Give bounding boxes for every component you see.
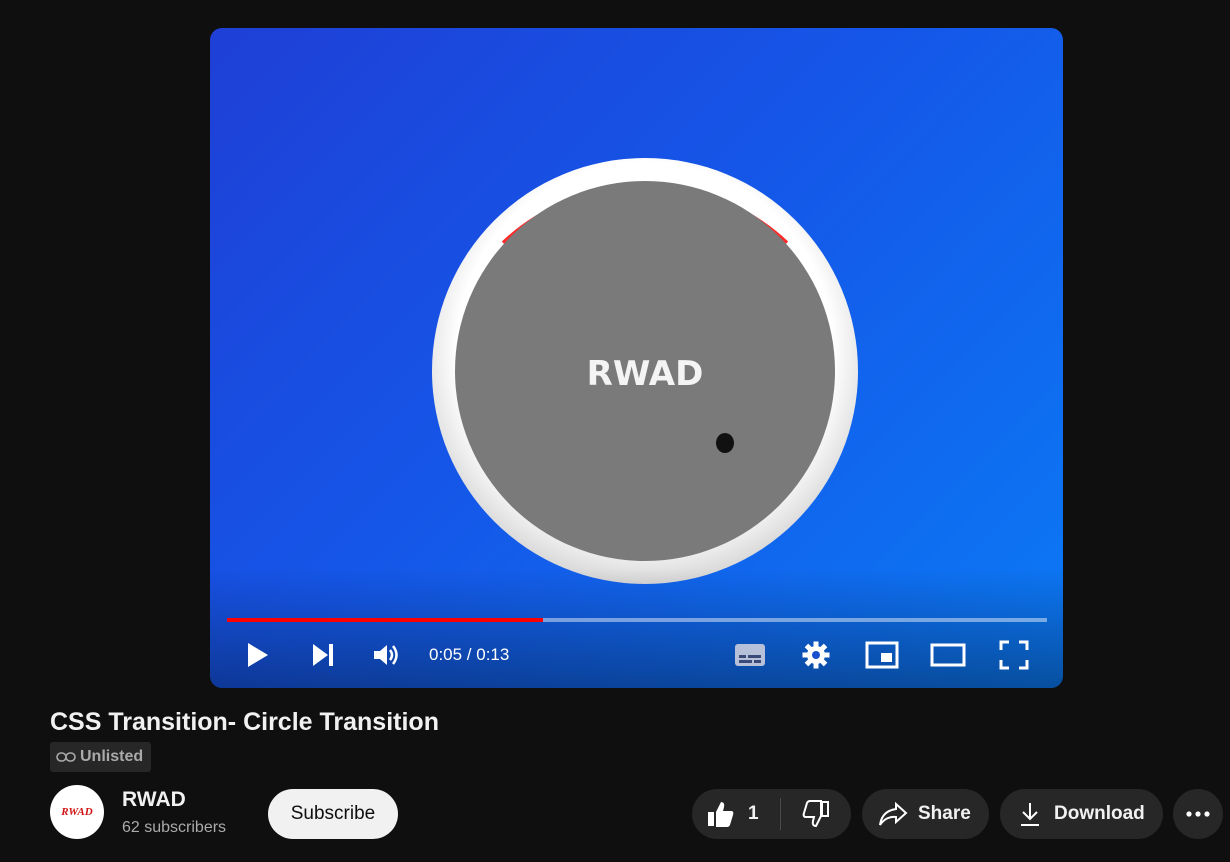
subtitles-button[interactable] xyxy=(730,634,770,676)
download-button[interactable]: Download xyxy=(1000,789,1163,839)
visibility-badge: Unlisted xyxy=(50,742,152,772)
video-frame-circle: RWAD xyxy=(432,158,858,584)
channel-name[interactable]: RWAD xyxy=(122,788,186,812)
subtitles-icon xyxy=(735,644,765,666)
play-button[interactable] xyxy=(238,634,278,676)
theater-mode-button[interactable] xyxy=(928,634,968,676)
play-icon xyxy=(248,643,268,667)
volume-button[interactable] xyxy=(367,634,407,676)
link-icon xyxy=(56,752,76,762)
volume-icon xyxy=(374,645,398,665)
settings-gear-icon xyxy=(802,641,830,669)
video-player[interactable]: RWAD 0:05 / 0:13 xyxy=(210,28,1063,688)
progress-bar[interactable] xyxy=(227,618,1047,622)
player-controls: 0:05 / 0:13 xyxy=(210,634,1063,676)
like-button[interactable]: 1 xyxy=(692,789,780,839)
time-display: 0:05 / 0:13 xyxy=(429,645,510,664)
like-count: 1 xyxy=(748,803,759,824)
fullscreen-icon xyxy=(999,640,1029,670)
download-icon xyxy=(1021,803,1039,826)
more-actions-button[interactable] xyxy=(1173,789,1223,839)
video-title: CSS Transition- Circle Transition xyxy=(50,708,439,736)
share-label: Share xyxy=(918,803,971,824)
theater-mode-icon xyxy=(930,643,966,667)
next-icon xyxy=(313,644,333,666)
share-icon xyxy=(879,801,908,826)
miniplayer-icon xyxy=(865,641,899,669)
channel-avatar[interactable]: RWAD xyxy=(50,785,104,839)
dislike-button[interactable] xyxy=(781,789,851,839)
visibility-label: Unlisted xyxy=(80,748,144,765)
download-label: Download xyxy=(1054,803,1145,824)
thumbs-up-icon xyxy=(708,802,734,827)
next-button[interactable] xyxy=(303,634,343,676)
subscriber-count: 62 subscribers xyxy=(122,819,227,836)
avatar-logo-text: RWAD xyxy=(61,806,93,818)
like-dislike-group: 1 xyxy=(692,789,851,839)
share-button[interactable]: Share xyxy=(862,789,989,839)
settings-button[interactable] xyxy=(796,634,836,676)
more-horizontal-icon xyxy=(1186,811,1210,817)
fullscreen-button[interactable] xyxy=(994,634,1034,676)
subscribe-button[interactable]: Subscribe xyxy=(268,789,398,839)
circle-label: RWAD xyxy=(587,354,704,394)
miniplayer-button[interactable] xyxy=(862,634,902,676)
thumbs-down-icon xyxy=(802,800,829,828)
progress-played xyxy=(227,618,543,622)
cursor-icon xyxy=(716,433,734,453)
